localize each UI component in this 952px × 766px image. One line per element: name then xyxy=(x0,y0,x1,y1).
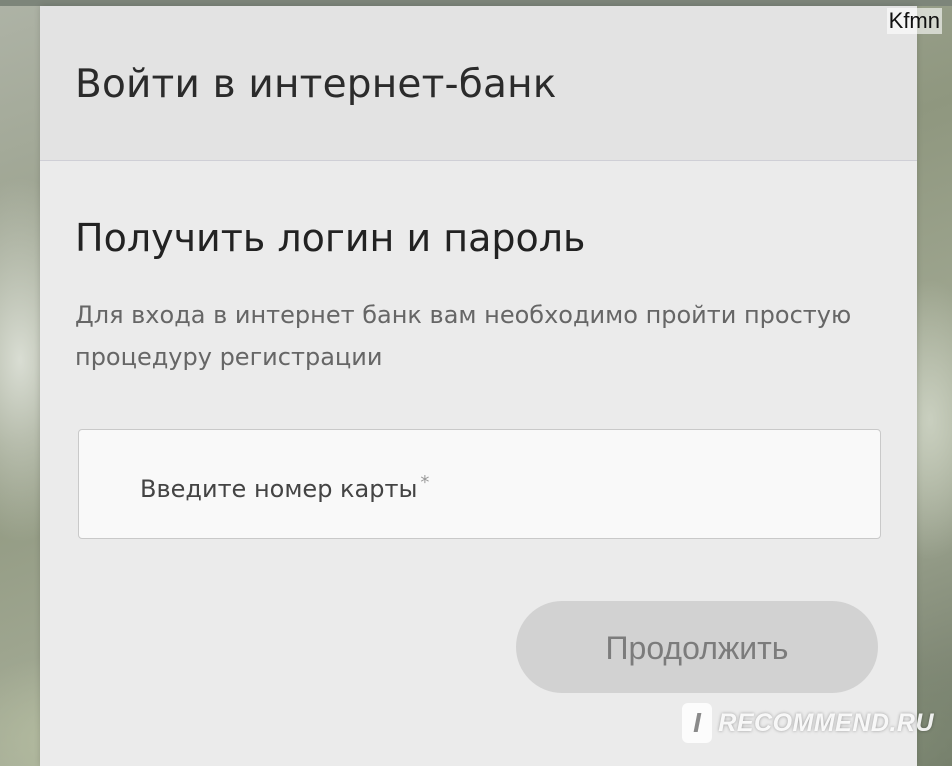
card-number-placeholder: Введите номер карты * xyxy=(140,472,429,503)
registration-description: Для входа в интернет банк вам необходимо… xyxy=(75,301,852,371)
section-title: Получить логин и пароль xyxy=(75,216,586,260)
dialog-title: Войти в интернет-банк xyxy=(75,62,557,107)
corner-user-tag: Kfmn xyxy=(886,8,942,34)
card-number-input[interactable]: Введите номер карты * xyxy=(78,429,881,539)
card-number-placeholder-text: Введите номер карты xyxy=(140,475,418,503)
continue-button[interactable]: Продолжить xyxy=(516,601,878,693)
login-dialog: Войти в интернет-банк Получить логин и п… xyxy=(40,6,917,766)
dialog-header: Войти в интернет-банк xyxy=(40,6,917,161)
recommend-watermark: I RECOMMEND.RU xyxy=(682,700,934,746)
watermark-text: RECOMMEND.RU xyxy=(718,708,934,737)
required-asterisk: * xyxy=(420,472,430,493)
recommend-logo-icon: I xyxy=(682,703,713,743)
